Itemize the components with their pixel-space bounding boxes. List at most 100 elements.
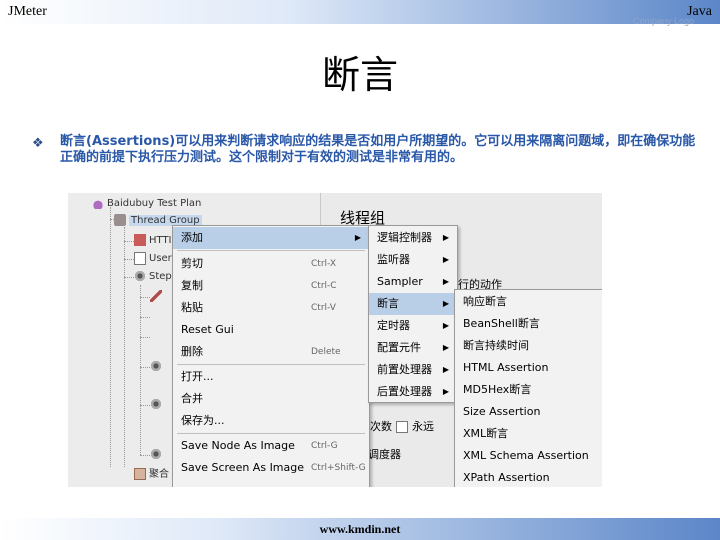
- submenu-item-assertion[interactable]: 断言 ▶: [369, 293, 457, 315]
- gear-icon: [150, 398, 162, 410]
- tree-line: [124, 241, 134, 242]
- report-icon: [134, 468, 146, 480]
- assertion-item-xml-schema[interactable]: XML Schema Assertion: [455, 445, 602, 467]
- menu-item-save-screen-image[interactable]: Save Screen As Image Ctrl+Shift-G: [173, 457, 369, 479]
- slide-title: 断言: [321, 53, 398, 97]
- menu-item-open[interactable]: 打开...: [173, 366, 369, 388]
- tree-item-label: HTTI: [149, 235, 172, 246]
- menu-item-label: Reset Gui: [181, 323, 234, 336]
- menu-item-copy[interactable]: 复制 Ctrl-C: [173, 275, 369, 297]
- tree-line: [124, 259, 134, 260]
- tree-item-http[interactable]: HTTI: [134, 233, 172, 249]
- tree-item-step[interactable]: Step: [134, 269, 172, 285]
- bullet-icon: ❖: [32, 136, 44, 151]
- menu-item-label: XML断言: [463, 427, 509, 440]
- body-paragraph: 断言(Assertions)可以用来判断请求响应的结果是否如用户所期望的。它可以…: [60, 134, 696, 165]
- sampler-icon: [134, 234, 146, 246]
- add-submenu: 逻辑控制器 ▶ 监听器 ▶ Sampler ▶ 断言 ▶ 定时器 ▶ 配置元件 ▶ 前置处理…: [368, 225, 458, 403]
- chevron-right-icon: ▶: [442, 255, 449, 264]
- tree-line: [140, 317, 150, 318]
- scheduler-label: 调度器: [368, 448, 401, 461]
- submenu-item-timer[interactable]: 定时器 ▶: [369, 315, 457, 337]
- tree-line: [140, 367, 150, 368]
- menu-divider: [177, 433, 365, 434]
- gear-icon: [150, 448, 162, 460]
- tree-item-label: Baidubuy Test Plan: [107, 198, 202, 209]
- menu-item-label: 断言: [377, 297, 399, 310]
- assertion-item-xml[interactable]: XML断言: [455, 423, 602, 445]
- menu-divider: [177, 250, 365, 251]
- gear-icon: [150, 360, 162, 372]
- menu-item-shortcut: Ctrl-X: [311, 259, 336, 269]
- tree-item-gear[interactable]: [150, 397, 165, 413]
- forever-label: 永远: [412, 420, 434, 433]
- assertion-item-size[interactable]: Size Assertion: [455, 401, 602, 423]
- tree-item-user[interactable]: User: [134, 251, 172, 267]
- forever-checkbox[interactable]: [396, 421, 408, 433]
- assertion-item-duration[interactable]: 断言持续时间: [455, 335, 602, 357]
- chevron-right-icon: ▶: [442, 365, 449, 374]
- submenu-item-sampler[interactable]: Sampler ▶: [369, 271, 457, 293]
- menu-item-label: 配置元件: [377, 341, 421, 354]
- menu-item-cut[interactable]: 剪切 Ctrl-X: [173, 253, 369, 275]
- chevron-right-icon: ▶: [442, 321, 449, 330]
- menu-item-label: 复制: [181, 279, 203, 292]
- gear-icon: [134, 270, 146, 282]
- pipette-icon: [150, 290, 162, 302]
- menu-item-label: 前置处理器: [377, 363, 432, 376]
- assertion-item-beanshell[interactable]: BeanShell断言: [455, 313, 602, 335]
- header-left-text: JMeter: [8, 4, 47, 19]
- tree-line: [140, 337, 150, 338]
- submenu-item-logic-controller[interactable]: 逻辑控制器 ▶: [369, 227, 457, 249]
- chevron-right-icon: ▶: [442, 277, 449, 286]
- menu-item-label: 剪切: [181, 257, 203, 270]
- loop-count-label: 次数 永远: [370, 418, 434, 434]
- menu-item-save-node-image[interactable]: Save Node As Image Ctrl-G: [173, 435, 369, 457]
- menu-item-merge[interactable]: 合并: [173, 388, 369, 410]
- tree-item-aggregate[interactable]: 聚合: [134, 467, 169, 483]
- menu-item-label: Save Screen As Image: [181, 461, 305, 474]
- menu-item-label: 响应断言: [463, 295, 507, 308]
- menu-item-paste[interactable]: 粘贴 Ctrl-V: [173, 297, 369, 319]
- menu-item-add[interactable]: 添加 ▶: [173, 227, 369, 249]
- tree-line: [140, 455, 150, 456]
- menu-item-shortcut: Delete: [311, 347, 341, 357]
- menu-item-delete[interactable]: 删除 Delete: [173, 341, 369, 363]
- tree-item-gear[interactable]: [150, 447, 165, 463]
- menu-item-label: Size Assertion: [463, 405, 541, 418]
- context-menu: 添加 ▶ 剪切 Ctrl-X 复制 Ctrl-C 粘贴 Ctrl-V Reset Gui…: [172, 225, 370, 487]
- tree-item-pipette[interactable]: [150, 289, 165, 305]
- menu-item-label: Sampler: [377, 275, 423, 288]
- tree-item-label: 聚合: [149, 469, 169, 480]
- tree-line: [124, 227, 125, 467]
- assertion-item-xpath[interactable]: XPath Assertion: [455, 467, 602, 487]
- menu-item-label: 断言持续时间: [463, 339, 529, 352]
- flask-icon: [92, 197, 104, 209]
- submenu-item-post-processor[interactable]: 后置处理器 ▶: [369, 381, 457, 403]
- tree-line: [140, 285, 141, 455]
- menu-item-label: XPath Assertion: [463, 471, 550, 484]
- menu-item-reset-gui[interactable]: Reset Gui: [173, 319, 369, 341]
- menu-item-label: 粘贴: [181, 301, 203, 314]
- menu-item-label: 合并: [181, 392, 203, 405]
- document-icon: [134, 251, 146, 265]
- menu-item-label: Save Node As Image: [181, 439, 295, 452]
- assertion-item-html[interactable]: HTML Assertion: [455, 357, 602, 379]
- menu-item-shortcut: Ctrl+Shift-G: [311, 463, 366, 473]
- menu-item-label: 后置处理器: [377, 385, 432, 398]
- menu-item-save-as[interactable]: 保存为...: [173, 410, 369, 432]
- assertion-item-response[interactable]: 响应断言: [455, 291, 602, 313]
- menu-item-label: 删除: [181, 345, 203, 358]
- menu-item-label: 保存为...: [181, 414, 225, 427]
- menu-item-shortcut: Ctrl-C: [311, 281, 337, 291]
- submenu-item-listener[interactable]: 监听器 ▶: [369, 249, 457, 271]
- menu-item-label: 逻辑控制器: [377, 231, 432, 244]
- tree-item-test-plan[interactable]: Baidubuy Test Plan: [92, 196, 201, 212]
- menu-item-label: HTML Assertion: [463, 361, 549, 374]
- assertion-item-md5hex[interactable]: MD5Hex断言: [455, 379, 602, 401]
- tree-item-gear[interactable]: [150, 359, 165, 375]
- submenu-item-config-element[interactable]: 配置元件 ▶: [369, 337, 457, 359]
- chevron-right-icon: ▶: [354, 233, 361, 242]
- menu-item-label: 定时器: [377, 319, 410, 332]
- submenu-item-pre-processor[interactable]: 前置处理器 ▶: [369, 359, 457, 381]
